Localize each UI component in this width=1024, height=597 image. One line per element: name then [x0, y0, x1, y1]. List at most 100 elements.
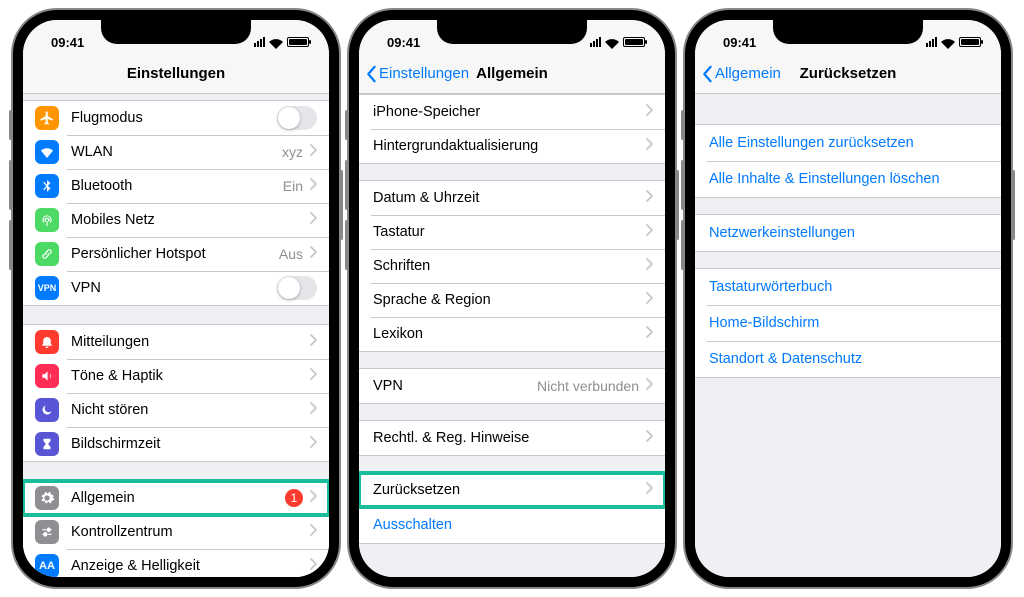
- badge: 1: [285, 489, 303, 507]
- notch: [437, 20, 587, 44]
- row-flugmodus[interactable]: Flugmodus: [23, 101, 329, 135]
- battery-icon: [959, 37, 981, 47]
- nav-bar: Einstellungen Allgemein: [359, 54, 665, 94]
- row-netzwerkeinstellungen[interactable]: Netzwerkeinstellungen: [695, 215, 1001, 251]
- chevron-right-icon: [645, 190, 653, 206]
- row-tastaturw-rterbuch[interactable]: Tastaturwörterbuch: [695, 269, 1001, 305]
- chevron-right-icon: [309, 436, 317, 452]
- status-time: 09:41: [51, 35, 101, 50]
- aa-icon: AA: [35, 554, 59, 577]
- row-hintergrundaktualisierung[interactable]: Hintergrundaktualisierung: [359, 129, 665, 163]
- row-label: VPN: [71, 280, 277, 296]
- airplane-icon: [35, 106, 59, 130]
- switches-icon: [35, 520, 59, 544]
- row-anzeige-helligkeit[interactable]: AAAnzeige & Helligkeit: [23, 549, 329, 577]
- chevron-right-icon: [309, 334, 317, 350]
- row-standort-datenschutz[interactable]: Standort & Datenschutz: [695, 341, 1001, 377]
- wifi-icon: [269, 37, 283, 47]
- battery-icon: [623, 37, 645, 47]
- row-label: Persönlicher Hotspot: [71, 246, 279, 262]
- row-tastatur[interactable]: Tastatur: [359, 215, 665, 249]
- row-mitteilungen[interactable]: Mitteilungen: [23, 325, 329, 359]
- chevron-right-icon: [309, 558, 317, 574]
- row-kontrollzentrum[interactable]: Kontrollzentrum: [23, 515, 329, 549]
- row-label: Kontrollzentrum: [71, 524, 309, 540]
- antenna-icon: [35, 208, 59, 232]
- row-bluetooth[interactable]: BluetoothEin: [23, 169, 329, 203]
- row-label: VPN: [373, 378, 537, 394]
- row-wlan[interactable]: WLANxyz: [23, 135, 329, 169]
- signal-icon: [926, 37, 937, 47]
- toggle-switch[interactable]: [277, 276, 317, 300]
- chevron-right-icon: [645, 430, 653, 446]
- row-zur-cksetzen[interactable]: Zurücksetzen: [359, 473, 665, 507]
- row-label: Home-Bildschirm: [709, 315, 989, 331]
- row-datum-uhrzeit[interactable]: Datum & Uhrzeit: [359, 181, 665, 215]
- gear-icon: [35, 486, 59, 510]
- back-button[interactable]: Einstellungen: [365, 65, 469, 83]
- row-vpn[interactable]: VPN VPN: [23, 271, 329, 305]
- row-sprache-region[interactable]: Sprache & Region: [359, 283, 665, 317]
- row-label: Alle Inhalte & Einstellungen löschen: [709, 171, 989, 187]
- row-label: Bluetooth: [71, 178, 283, 194]
- phone-frame-2: 09:41 Einstellungen Allgemein iPhone-Spe…: [349, 10, 675, 587]
- row-label: Tastatur: [373, 224, 645, 240]
- row-mobiles-netz[interactable]: Mobiles Netz: [23, 203, 329, 237]
- chevron-right-icon: [309, 524, 317, 540]
- row-t-ne-haptik[interactable]: Töne & Haptik: [23, 359, 329, 393]
- row-label: Tastaturwörterbuch: [709, 279, 989, 295]
- chevron-right-icon: [645, 482, 653, 498]
- row-label: Mitteilungen: [71, 334, 309, 350]
- bluetooth-icon: [35, 174, 59, 198]
- row-pers-nlicher-hotspot[interactable]: Persönlicher HotspotAus: [23, 237, 329, 271]
- chevron-right-icon: [309, 144, 317, 160]
- back-label: Einstellungen: [379, 65, 469, 82]
- chevron-right-icon: [309, 368, 317, 384]
- settings-list[interactable]: FlugmodusWLANxyzBluetoothEin Mobiles Netz…: [23, 94, 329, 577]
- row-label: Netzwerkeinstellungen: [709, 225, 989, 241]
- signal-icon: [254, 37, 265, 47]
- row-label: Mobiles Netz: [71, 212, 309, 228]
- row-value: Nicht verbunden: [537, 378, 639, 394]
- wifi-icon: [605, 37, 619, 47]
- chevron-right-icon: [645, 224, 653, 240]
- row-label: Töne & Haptik: [71, 368, 309, 384]
- nav-title: Einstellungen: [127, 65, 225, 82]
- row-schriften[interactable]: Schriften: [359, 249, 665, 283]
- chevron-right-icon: [645, 326, 653, 342]
- row-rechtl-reg-hinweise[interactable]: Rechtl. & Reg. Hinweise: [359, 421, 665, 455]
- row-label: Rechtl. & Reg. Hinweise: [373, 430, 645, 446]
- signal-icon: [590, 37, 601, 47]
- speaker-icon: [35, 364, 59, 388]
- link-icon: [35, 242, 59, 266]
- row-home-bildschirm[interactable]: Home-Bildschirm: [695, 305, 1001, 341]
- battery-icon: [287, 37, 309, 47]
- chevron-right-icon: [645, 138, 653, 154]
- back-label: Allgemein: [715, 65, 781, 82]
- row-label: Sprache & Region: [373, 292, 645, 308]
- phone-frame-3: 09:41 Allgemein Zurücksetzen Alle Einste…: [685, 10, 1011, 587]
- row-lexikon[interactable]: Lexikon: [359, 317, 665, 351]
- row-allgemein[interactable]: Allgemein1: [23, 481, 329, 515]
- general-list[interactable]: iPhone-Speicher Hintergrundaktualisierung…: [359, 94, 665, 577]
- back-button[interactable]: Allgemein: [701, 65, 781, 83]
- row-bildschirmzeit[interactable]: Bildschirmzeit: [23, 427, 329, 461]
- row-label: iPhone-Speicher: [373, 104, 645, 120]
- row-iphone-speicher[interactable]: iPhone-Speicher: [359, 95, 665, 129]
- wifi-icon: [941, 37, 955, 47]
- reset-list[interactable]: Alle Einstellungen zurücksetzen Alle Inha…: [695, 94, 1001, 577]
- notch: [101, 20, 251, 44]
- row-alle-einstellungen-zur-cksetzen[interactable]: Alle Einstellungen zurücksetzen: [695, 125, 1001, 161]
- row-nicht-st-ren[interactable]: Nicht stören: [23, 393, 329, 427]
- row-ausschalten[interactable]: Ausschalten: [359, 507, 665, 543]
- toggle-switch[interactable]: [277, 106, 317, 130]
- nav-bar: Allgemein Zurücksetzen: [695, 54, 1001, 94]
- row-alle-inhalte-einstellungen-l-schen[interactable]: Alle Inhalte & Einstellungen löschen: [695, 161, 1001, 197]
- bell-icon: [35, 330, 59, 354]
- moon-icon: [35, 398, 59, 422]
- vpn-icon: VPN: [35, 276, 59, 300]
- notch: [773, 20, 923, 44]
- row-vpn[interactable]: VPNNicht verbunden: [359, 369, 665, 403]
- chevron-right-icon: [645, 258, 653, 274]
- row-label: Allgemein: [71, 490, 285, 506]
